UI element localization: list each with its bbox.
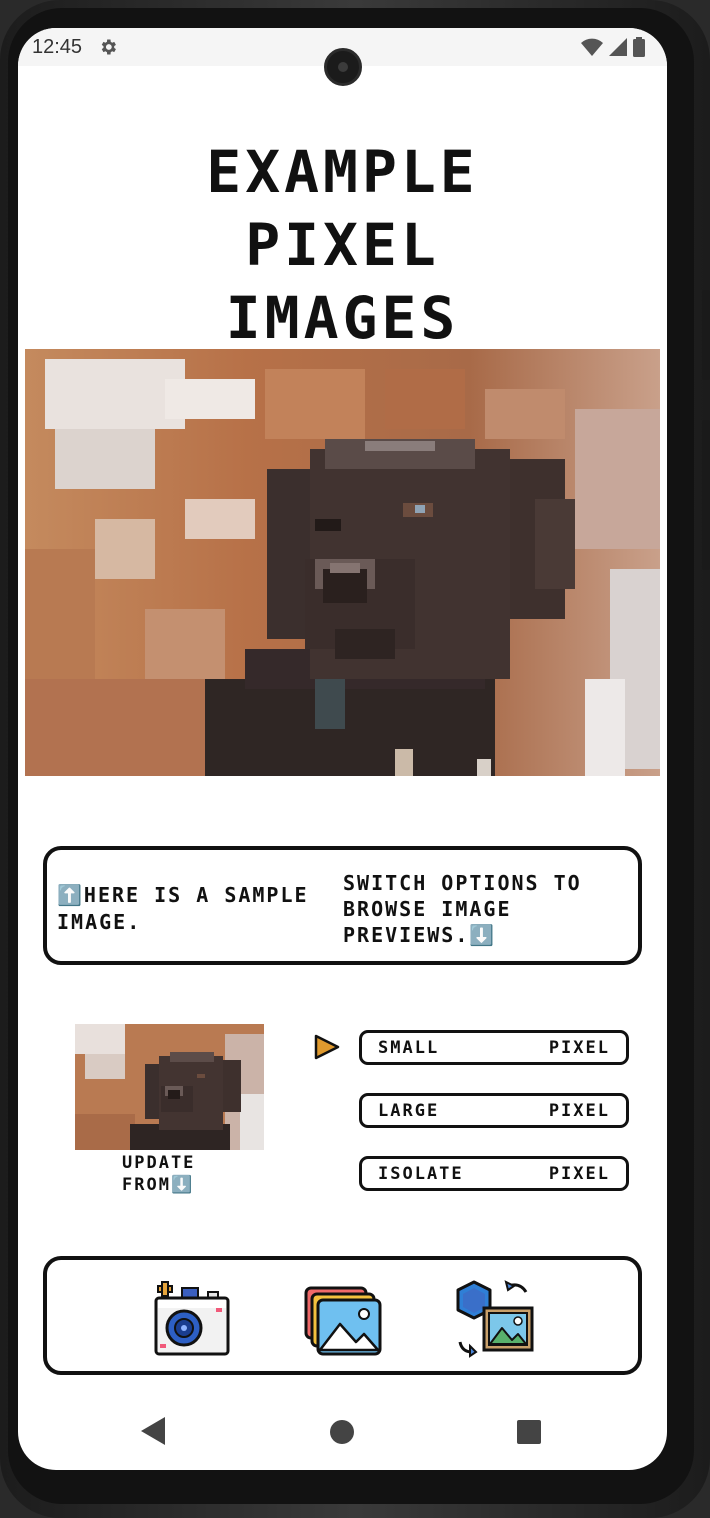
signal-icon (609, 38, 627, 56)
home-icon[interactable] (330, 1420, 354, 1444)
volume-button (702, 420, 710, 570)
small-pixel-button[interactable]: SMALL PIXEL (359, 1030, 629, 1065)
selected-arrow-icon (314, 1034, 340, 1060)
info-right-text: SWITCH OPTIONS TO BROWSE IMAGE PREVIEWS.… (343, 871, 582, 947)
title-line-3: IMAGES (225, 284, 460, 352)
front-camera (324, 48, 362, 86)
info-left-text: ⬆️HERE IS A SAMPLE IMAGE. (57, 883, 309, 934)
option-label-right: PIXEL (548, 1163, 610, 1184)
option-label-left: LARGE (378, 1100, 440, 1121)
wifi-icon (581, 38, 603, 56)
screen: 12:45 EXAMPLE PIXEL IMAGES ⬆️HERE IS A S… (18, 28, 667, 1470)
update-from-label: UPDATE FROM⬇️ (122, 1152, 262, 1196)
sample-pixel-image (25, 349, 660, 776)
preview-thumbnail[interactable] (75, 1024, 264, 1150)
option-label-right: PIXEL (548, 1100, 610, 1121)
status-icons (581, 37, 645, 57)
option-label-left: ISOLATE (378, 1163, 464, 1184)
large-pixel-button[interactable]: LARGE PIXEL (359, 1093, 629, 1128)
gallery-icon[interactable] (304, 1280, 384, 1358)
title-line-1: EXAMPLE (206, 138, 479, 206)
convert-image-icon[interactable] (456, 1280, 536, 1358)
action-toolbar (43, 1256, 642, 1375)
back-icon[interactable] (141, 1417, 165, 1445)
gear-icon (101, 39, 116, 55)
page-title: EXAMPLE PIXEL IMAGES (18, 136, 667, 355)
isolate-pixel-button[interactable]: ISOLATE PIXEL (359, 1156, 629, 1191)
option-label-left: SMALL (378, 1037, 440, 1058)
status-time: 12:45 (32, 35, 83, 58)
phone-frame: 12:45 EXAMPLE PIXEL IMAGES ⬆️HERE IS A S… (0, 0, 710, 1518)
recents-icon[interactable] (517, 1420, 541, 1444)
title-line-2: PIXEL (245, 211, 440, 279)
update-label-line-2: FROM⬇️ (122, 1175, 195, 1195)
battery-icon (633, 37, 645, 57)
option-label-right: PIXEL (548, 1037, 610, 1058)
info-box: ⬆️HERE IS A SAMPLE IMAGE. SWITCH OPTIONS… (43, 846, 642, 965)
power-button (702, 290, 710, 380)
camera-icon[interactable] (152, 1280, 232, 1358)
update-label-line-1: UPDATE (122, 1153, 196, 1173)
navigation-bar (18, 1398, 667, 1470)
